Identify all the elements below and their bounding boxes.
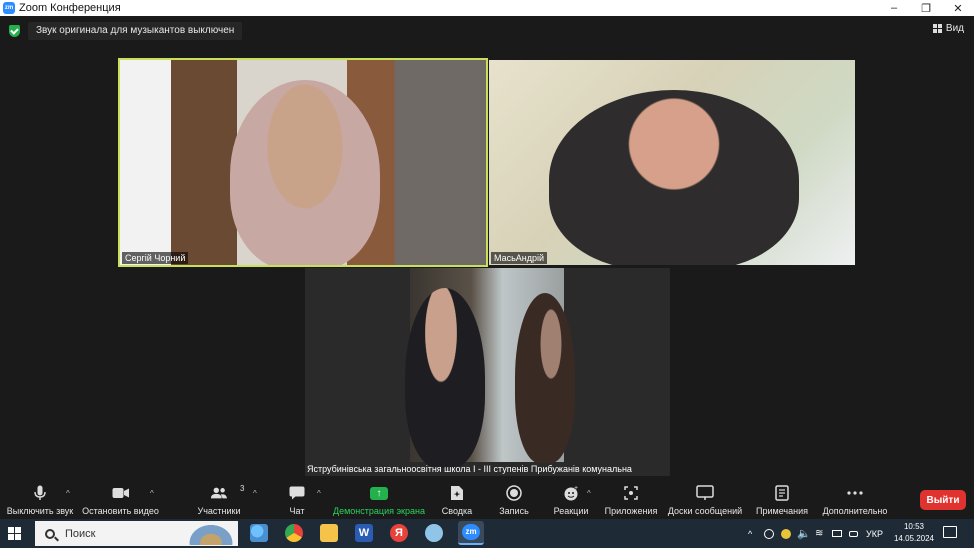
participant-video [405, 268, 575, 468]
tray-app-icon[interactable] [764, 519, 774, 548]
video-options-chevron-icon[interactable]: ^ [150, 489, 154, 498]
share-screen-button[interactable]: ↑ Демонстрация экрана [333, 481, 425, 519]
window-title: Zoom Конференция [19, 2, 121, 14]
summary-button[interactable]: Сводка [440, 481, 474, 519]
participants-icon: 3 [210, 484, 244, 501]
chrome-browser-icon[interactable] [285, 524, 303, 542]
mute-options-chevron-icon[interactable]: ^ [66, 489, 70, 498]
chat-options-chevron-icon[interactable]: ^ [317, 489, 321, 498]
tray-app-icon[interactable] [781, 519, 791, 548]
meeting-top-bar: Звук оригинала для музыкантов выключен В… [0, 16, 974, 46]
whiteboards-button[interactable]: Доски сообщений [667, 481, 743, 519]
edge-browser-icon[interactable] [250, 524, 268, 542]
speaker-volume-icon[interactable]: 🔈 [797, 519, 811, 548]
grid-view-icon [932, 24, 942, 33]
mute-button[interactable]: Выключить звук [7, 481, 73, 519]
reaction-smiley-icon: + [562, 485, 580, 501]
clock-time: 10:53 [903, 522, 925, 531]
wifi-icon[interactable]: ≋ [815, 519, 823, 548]
notes-button[interactable]: Примечания [755, 481, 809, 519]
search-highlight-art-icon [186, 522, 236, 545]
clock-date: 14.05.2024 [893, 534, 935, 543]
participants-count: 3 [240, 484, 245, 493]
reactions-options-chevron-icon[interactable]: ^ [587, 489, 591, 498]
title-bar: zm Zoom Конференция – ❐ ✕ [0, 0, 974, 16]
tray-device-icon[interactable] [849, 519, 858, 548]
summary-document-icon [448, 485, 466, 501]
yandex-browser-icon[interactable]: Я [390, 524, 408, 542]
notes-icon [773, 485, 791, 501]
encryption-shield-icon[interactable] [9, 25, 20, 37]
participant-video [230, 80, 380, 265]
notifications-icon[interactable] [943, 526, 957, 538]
participants-options-chevron-icon[interactable]: ^ [253, 489, 257, 498]
participant-video [549, 90, 799, 265]
meeting-toolbar: Выключить звук ^ Остановить видео ^ 3 Уч… [0, 481, 974, 519]
participant-name: Сергій Чорний [122, 252, 189, 264]
participants-button[interactable]: 3 Участники [198, 481, 245, 519]
stop-video-button[interactable]: Остановить видео [82, 481, 159, 519]
room-caption: Яструбинівська загальноосвітня школа І -… [307, 464, 632, 474]
leave-button[interactable]: Выйти [920, 490, 966, 510]
video-tile-active-speaker[interactable]: Сергій Чорний [118, 58, 488, 267]
taskbar-clock[interactable]: 10:53 14.05.2024 [886, 521, 942, 546]
original-sound-notice: Звук оригинала для музыкантов выключен [28, 22, 243, 40]
record-icon [505, 485, 523, 501]
video-tile[interactable]: МасьАндрій [489, 60, 855, 265]
participant-name: МасьАндрій [491, 252, 548, 264]
file-explorer-icon[interactable] [320, 524, 338, 542]
zoom-logo-icon: zm [3, 2, 15, 14]
reactions-button[interactable]: + Реакции [554, 481, 589, 519]
windows-taskbar: Поиск W Я zm ^ 🔈 ≋ УКР 10:53 14.05.2024 [0, 519, 974, 548]
microphone-icon [31, 485, 49, 501]
battery-icon[interactable] [832, 519, 842, 548]
share-screen-icon: ↑ [370, 485, 388, 501]
maximize-button[interactable]: ❐ [910, 0, 942, 16]
zoom-app-icon: zm [462, 524, 480, 540]
whiteboard-icon [696, 485, 714, 501]
apps-button[interactable]: Приложения [603, 481, 659, 519]
search-icon [45, 528, 55, 539]
view-label: Вид [945, 23, 964, 34]
video-camera-icon [112, 485, 130, 501]
keyboard-language[interactable]: УКР [866, 519, 883, 548]
more-dots-icon [846, 485, 864, 501]
taskbar-search[interactable]: Поиск [35, 521, 238, 546]
chat-bubble-icon [288, 485, 306, 501]
close-button[interactable]: ✕ [942, 0, 974, 16]
chat-button[interactable]: Чат [285, 481, 309, 519]
word-icon[interactable]: W [355, 524, 373, 542]
view-button[interactable]: Вид [932, 23, 964, 34]
windows-start-icon[interactable] [8, 527, 21, 540]
show-hidden-icons-chevron-icon[interactable]: ^ [748, 519, 752, 548]
record-button[interactable]: Запись [498, 481, 530, 519]
apps-icon [622, 485, 640, 501]
search-label: Поиск [65, 527, 96, 540]
svg-text:+: + [574, 485, 578, 492]
app-icon[interactable] [425, 524, 443, 542]
more-button[interactable]: Дополнительно [822, 481, 888, 519]
zoom-taskbar-button[interactable]: zm [458, 521, 484, 545]
video-tile-room[interactable]: Яструбинівська загальноосвітня школа І -… [305, 268, 670, 476]
minimize-button[interactable]: – [878, 0, 910, 16]
